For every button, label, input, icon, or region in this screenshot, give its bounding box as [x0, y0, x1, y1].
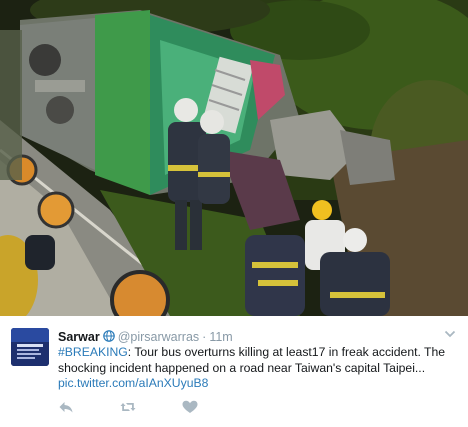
- photo-accident-scene: [0, 0, 468, 316]
- media-link[interactable]: pic.twitter.com/aIAnXUyuB8: [58, 376, 458, 392]
- globe-icon: [102, 330, 115, 342]
- user-handle[interactable]: @pirsarwarras: [118, 330, 199, 344]
- hashtag-link[interactable]: #BREAKING: [58, 345, 128, 359]
- chevron-down-icon[interactable]: [444, 329, 456, 339]
- timestamp[interactable]: 11m: [209, 330, 232, 344]
- avatar[interactable]: [11, 328, 49, 366]
- avatar-image: [11, 328, 49, 366]
- tweet-body: Sarwar @pirsarwarras · 11m #BREAKING: Tour …: [0, 316, 468, 427]
- retweet-icon[interactable]: [120, 400, 136, 414]
- tweet-card: Sarwar @pirsarwarras · 11m #BREAKING: Tour …: [0, 0, 468, 427]
- like-icon[interactable]: [182, 400, 198, 414]
- separator: ·: [202, 330, 207, 344]
- tweet-text: #BREAKING: Tour bus overturns killing at…: [58, 345, 458, 392]
- reply-icon[interactable]: [58, 400, 74, 414]
- tweet-photo[interactable]: [0, 0, 468, 316]
- display-name[interactable]: Sarwar: [58, 330, 100, 344]
- tweet-header: Sarwar @pirsarwarras · 11m: [58, 329, 233, 345]
